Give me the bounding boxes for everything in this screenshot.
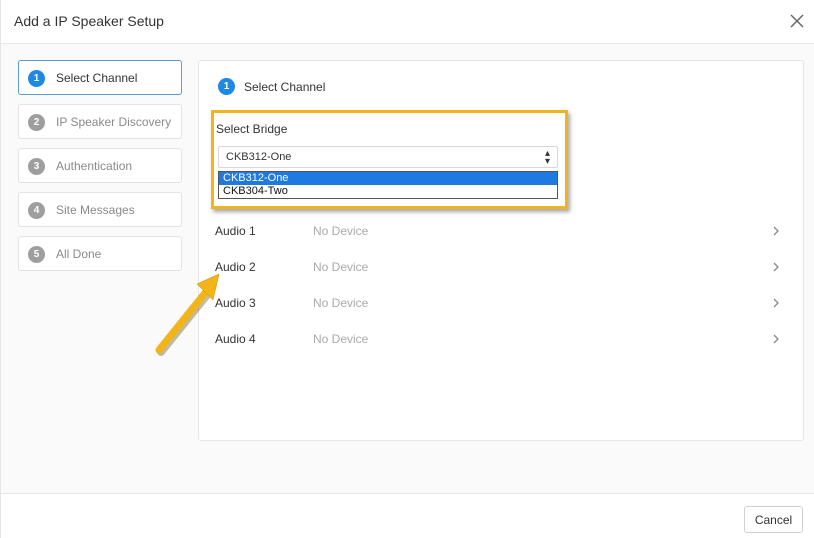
audio-device: No Device <box>313 332 369 346</box>
panel-title: Select Channel <box>244 80 326 94</box>
step-label: Authentication <box>56 159 133 173</box>
dialog-title: Add a IP Speaker Setup <box>14 13 164 29</box>
step-number: 2 <box>28 114 45 131</box>
step-select-channel[interactable]: 1 Select Channel <box>18 60 182 95</box>
step-ip-speaker-discovery[interactable]: 2 IP Speaker Discovery <box>18 104 182 139</box>
step-number: 1 <box>28 70 45 87</box>
audio-row-3[interactable]: Audio 3 No Device <box>215 288 785 318</box>
step-all-done[interactable]: 5 All Done <box>18 236 182 271</box>
step-number: 4 <box>28 202 45 219</box>
dialog-body: 1 Select Channel 2 IP Speaker Discovery … <box>1 44 814 493</box>
chevron-right-icon <box>773 298 779 308</box>
audio-device: No Device <box>313 224 369 238</box>
step-authentication[interactable]: 3 Authentication <box>18 148 182 183</box>
bridge-highlight-box: Select Bridge CKB312-One ▴ ▾ CKB312-One C… <box>211 110 568 209</box>
close-icon[interactable] <box>787 11 807 31</box>
bridge-select[interactable]: CKB312-One ▴ ▾ <box>218 146 558 168</box>
bridge-dropdown: CKB312-One CKB304-Two <box>218 171 558 199</box>
step-label: Select Channel <box>56 71 138 85</box>
audio-device: No Device <box>313 296 369 310</box>
panel-step-number: 1 <box>218 78 235 95</box>
step-label: IP Speaker Discovery <box>56 115 172 129</box>
step-label: All Done <box>56 247 102 261</box>
audio-row-4[interactable]: Audio 4 No Device <box>215 324 785 354</box>
dialog-header: Add a IP Speaker Setup <box>1 0 814 44</box>
chevron-right-icon <box>773 334 779 344</box>
select-bridge-label: Select Bridge <box>216 122 288 136</box>
step-number: 5 <box>28 246 45 263</box>
chevron-right-icon <box>773 262 779 272</box>
annotation-arrow-icon <box>155 273 220 356</box>
cancel-button[interactable]: Cancel <box>744 506 803 533</box>
audio-name: Audio 1 <box>215 224 256 238</box>
step-site-messages[interactable]: 4 Site Messages <box>18 192 182 227</box>
dialog-footer: Cancel <box>1 493 814 538</box>
step-number: 3 <box>28 158 45 175</box>
bridge-option[interactable]: CKB304-Two <box>219 185 557 198</box>
audio-device: No Device <box>313 260 369 274</box>
chevron-right-icon <box>773 226 779 236</box>
audio-row-2[interactable]: Audio 2 No Device <box>215 252 785 282</box>
bridge-option[interactable]: CKB312-One <box>219 172 557 185</box>
audio-row-1[interactable]: Audio 1 No Device <box>215 216 785 246</box>
bridge-select-value: CKB312-One <box>226 151 292 163</box>
dialog: Add a IP Speaker Setup 1 Select Channel … <box>0 0 814 538</box>
select-channel-panel: 1 Select Channel Select Bridge CKB312-On… <box>198 60 804 441</box>
select-caret-icon: ▴ ▾ <box>544 148 550 167</box>
step-label: Site Messages <box>56 203 135 217</box>
step-list: 1 Select Channel 2 IP Speaker Discovery … <box>18 60 182 280</box>
